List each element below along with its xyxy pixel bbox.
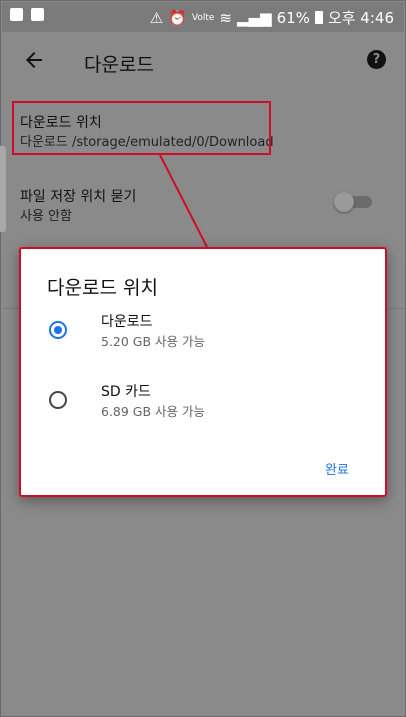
gallery-icon xyxy=(10,8,23,21)
edge-panel-handle[interactable] xyxy=(0,146,6,232)
volte-label: Volte xyxy=(191,12,215,23)
setting-title: 파일 저장 위치 묻기 xyxy=(20,189,137,205)
page-title: 다운로드 xyxy=(84,54,154,76)
back-arrow-icon[interactable] xyxy=(22,48,46,72)
warning-icon: ⚠ xyxy=(149,8,164,27)
radio-selected[interactable] xyxy=(49,321,67,339)
option-internal-download[interactable]: 다운로드 5.20 GB 사용 가능 xyxy=(21,303,385,359)
status-bar: ⚠ ⏰ Volte ≋ ▂▄▆ 61% 오후 4:46 xyxy=(2,2,404,32)
help-icon[interactable]: ? xyxy=(367,50,386,69)
clock: 오후 4:46 xyxy=(327,9,394,27)
option-label: SD 카드 xyxy=(101,384,151,400)
dialog-title: 다운로드 위치 xyxy=(47,277,158,299)
battery-icon xyxy=(314,11,323,24)
done-button[interactable]: 완료 xyxy=(319,455,355,482)
radio-unselected[interactable] xyxy=(49,391,67,409)
battery-percent: 61% xyxy=(276,8,310,27)
download-location-dialog: 다운로드 위치 다운로드 5.20 GB 사용 가능 SD 카드 6.89 GB… xyxy=(19,247,387,497)
option-free-space: 6.89 GB 사용 가능 xyxy=(101,404,206,419)
option-free-space: 5.20 GB 사용 가능 xyxy=(101,334,206,349)
option-label: 다운로드 xyxy=(101,314,153,330)
app-bar: 다운로드 ? xyxy=(2,32,404,90)
alarm-icon: ⏰ xyxy=(168,8,187,27)
signal-icon: ▂▄▆ xyxy=(236,8,272,27)
toggle-thumb[interactable] xyxy=(334,192,354,212)
setting-value: 사용 안함 xyxy=(20,209,72,224)
wifi-icon: ≋ xyxy=(219,8,232,27)
annotation-highlight-box xyxy=(12,101,271,155)
option-sd-card[interactable]: SD 카드 6.89 GB 사용 가능 xyxy=(21,373,385,429)
flag-icon xyxy=(31,8,44,21)
